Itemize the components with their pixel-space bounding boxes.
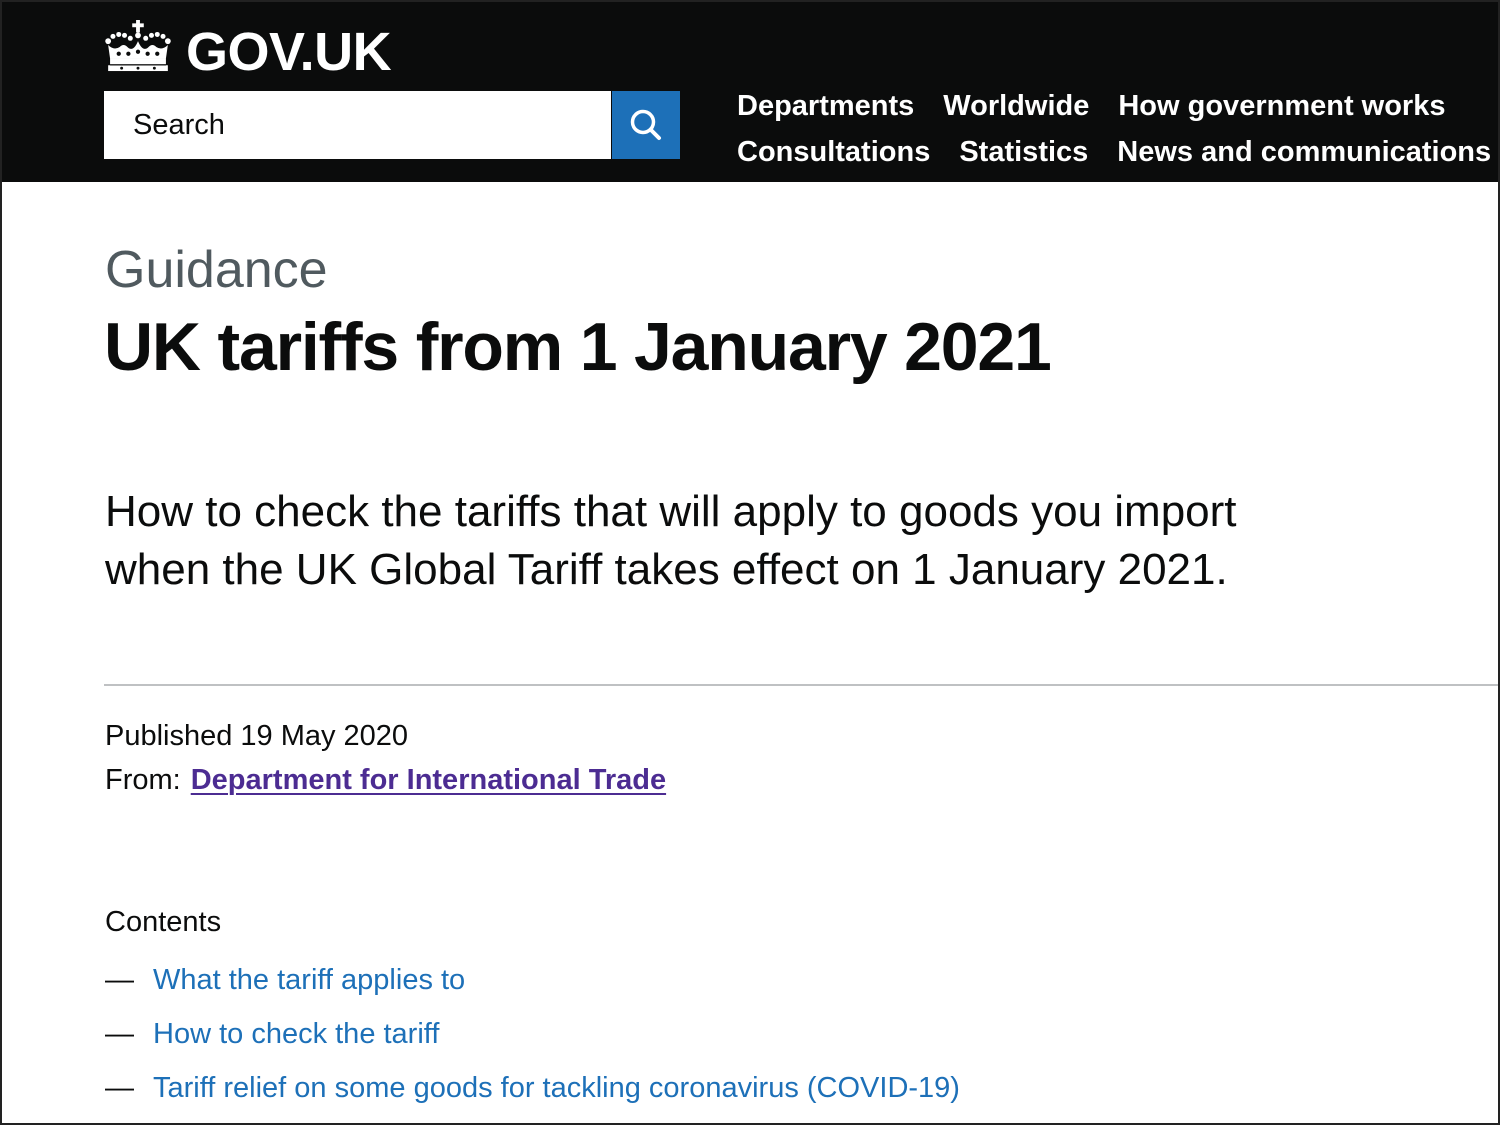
crown-icon xyxy=(105,20,171,72)
gov-uk-logo-link[interactable]: GOV.UK xyxy=(104,18,404,82)
list-marker: — xyxy=(105,964,134,996)
search-input[interactable] xyxy=(104,91,611,159)
nav-link-worldwide[interactable]: Worldwide xyxy=(943,89,1089,123)
list-item: — How to check the tariff xyxy=(105,1007,960,1061)
list-marker: — xyxy=(105,1018,134,1050)
document-type: Guidance xyxy=(105,241,328,299)
published-row: Published 19 May 2020 xyxy=(105,714,666,758)
published-date: 19 May 2020 xyxy=(240,720,409,752)
contents-link-how-to-check-the-tariff[interactable]: How to check the tariff xyxy=(153,1007,439,1061)
from-row: From: Department for International Trade xyxy=(105,758,666,802)
search-icon xyxy=(630,109,661,140)
gov-uk-page: GOV.UK Departments Worldwide How governm… xyxy=(0,0,1500,1125)
search-button[interactable] xyxy=(612,91,680,159)
contents-list: — What the tariff applies to — How to ch… xyxy=(105,953,960,1115)
published-label: Published xyxy=(105,720,233,752)
contents-link-tariff-relief-covid-19[interactable]: Tariff relief on some goods for tackling… xyxy=(153,1061,960,1115)
nav-link-consultations[interactable]: Consultations xyxy=(737,135,930,169)
from-label: From: xyxy=(105,764,181,796)
list-marker: — xyxy=(105,1072,134,1104)
page-description: How to check the tariffs that will apply… xyxy=(105,487,1237,594)
nav-link-how-government-works[interactable]: How government works xyxy=(1118,89,1445,123)
section-divider xyxy=(104,684,1500,686)
list-item: — What the tariff applies to xyxy=(105,953,960,1007)
nav-link-statistics[interactable]: Statistics xyxy=(959,135,1088,169)
logo-text: GOV.UK xyxy=(186,22,392,82)
nav-link-news-and-communications[interactable]: News and communications xyxy=(1117,135,1491,169)
list-item: — Tariff relief on some goods for tackli… xyxy=(105,1061,960,1115)
contents-heading: Contents xyxy=(105,906,222,938)
nav-link-departments[interactable]: Departments xyxy=(737,89,914,123)
site-header: GOV.UK Departments Worldwide How governm… xyxy=(0,0,1500,182)
organisation-link[interactable]: Department for International Trade xyxy=(191,764,666,796)
nav-row: Consultations Statistics News and commun… xyxy=(737,135,1491,169)
contents-link-what-the-tariff-applies-to[interactable]: What the tariff applies to xyxy=(153,953,465,1007)
nav-row: Departments Worldwide How government wor… xyxy=(737,89,1445,123)
search-form xyxy=(104,91,680,159)
publication-metadata: Published 19 May 2020 From: Department for… xyxy=(105,714,666,802)
page-title: UK tariffs from 1 January 2021 xyxy=(104,309,1052,385)
